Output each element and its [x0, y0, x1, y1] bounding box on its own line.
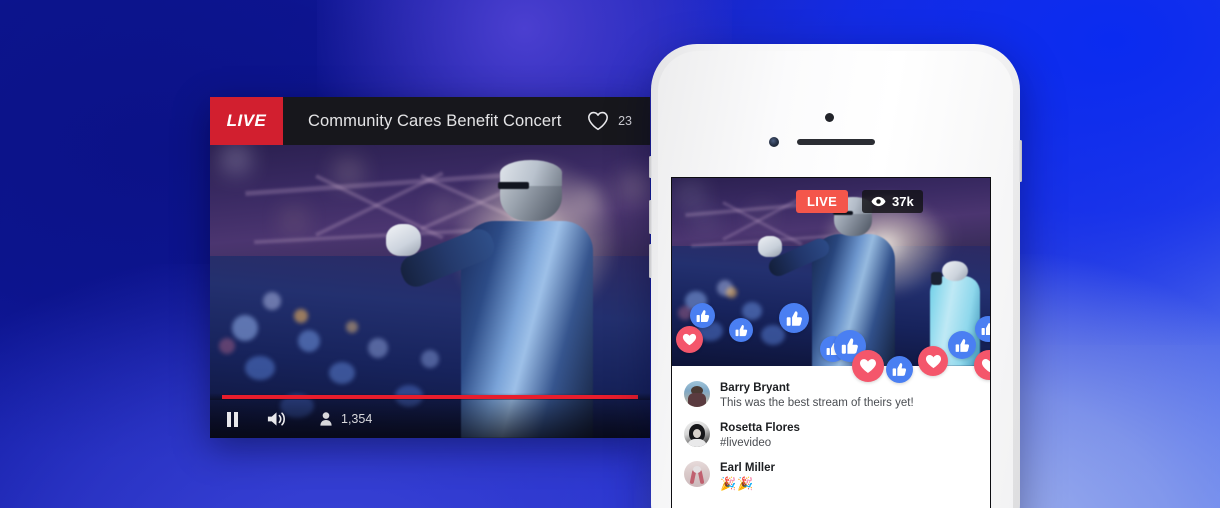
- front-camera-icon: [769, 137, 779, 147]
- comments-list[interactable]: Barry Bryant This was the best stream of…: [672, 366, 990, 508]
- stage-light-1: [227, 150, 244, 167]
- volume-up-button[interactable]: [649, 200, 652, 234]
- mute-switch-button[interactable]: [649, 156, 652, 178]
- live-badge: LIVE: [210, 97, 283, 145]
- performer-hand: [757, 236, 782, 257]
- thumbs-up-reaction-icon: [779, 303, 809, 333]
- thumbs-up-reaction-icon: [690, 303, 715, 328]
- stage-light-3: [438, 203, 450, 215]
- thumbs-up-reaction-icon: [886, 356, 913, 383]
- viewer-counter: 1,354: [320, 412, 372, 426]
- crowd-highlight: [298, 329, 320, 352]
- heart-reaction-icon: [918, 346, 948, 376]
- phone-screen[interactable]: LIVE 37k Barry Bryant This was the best …: [671, 177, 991, 508]
- stage-light-3: [757, 211, 765, 219]
- list-item[interactable]: Rosetta Flores #livevideo: [672, 416, 990, 456]
- comment-body: Earl Miller 🎉🎉: [720, 461, 775, 491]
- person-icon: [320, 412, 332, 426]
- list-item[interactable]: Barry Bryant This was the best stream of…: [672, 376, 990, 416]
- phone-view-counter: 37k: [862, 190, 923, 213]
- comment-text: #livevideo: [720, 437, 772, 449]
- player-header-bar: LIVE Community Cares Benefit Concert 23: [210, 97, 650, 145]
- progress-fill[interactable]: [222, 395, 638, 399]
- second-performer-head: [942, 260, 968, 282]
- stage-light-2: [342, 165, 355, 179]
- stage-light-2: [700, 215, 709, 224]
- comment-author: Rosetta Flores: [720, 422, 800, 434]
- crowd-highlight: [232, 314, 258, 341]
- stage-light-1: [684, 189, 696, 201]
- comment-author: Barry Bryant: [720, 382, 790, 394]
- heart-reaction-icon: [676, 326, 703, 353]
- volume-icon[interactable]: [266, 410, 287, 428]
- eye-icon: [871, 196, 886, 207]
- volume-down-button[interactable]: [649, 244, 652, 278]
- proximity-sensor-icon: [825, 113, 834, 122]
- power-button[interactable]: [1019, 140, 1022, 182]
- crowd-highlight-warm: [726, 287, 738, 299]
- comment-author: Earl Miller: [720, 462, 775, 474]
- reaction-count: 23: [618, 114, 632, 128]
- crowd-highlight: [262, 291, 281, 310]
- comment-text: 🎉🎉: [720, 476, 755, 491]
- crowd-highlight: [245, 355, 276, 380]
- microphone-icon: [931, 272, 943, 286]
- earpiece-speaker-icon: [797, 139, 875, 145]
- performer-glasses: [498, 181, 529, 190]
- crowd-highlight: [761, 324, 786, 345]
- comment-body: Barry Bryant This was the best stream of…: [720, 381, 914, 411]
- desktop-video-player[interactable]: LIVE Community Cares Benefit Concert 23: [210, 97, 650, 438]
- thumbs-up-reaction-icon: [729, 318, 753, 342]
- avatar: [684, 381, 710, 407]
- comment-body: Rosetta Flores #livevideo: [720, 421, 800, 451]
- phone-live-badge: LIVE: [796, 190, 849, 213]
- phone-view-count: 37k: [892, 194, 914, 209]
- crowd-highlight: [328, 361, 355, 384]
- crowd-highlight-warm: [293, 309, 308, 324]
- avatar: [684, 461, 710, 487]
- heart-reaction-icon: [852, 350, 884, 382]
- viewer-count: 1,354: [341, 412, 373, 426]
- reaction-counter[interactable]: 23: [587, 111, 632, 131]
- progress-track[interactable]: [210, 393, 650, 400]
- player-title: Community Cares Benefit Concert: [308, 111, 562, 130]
- thumbs-up-reaction-icon: [948, 331, 976, 359]
- performer-hand: [386, 224, 422, 257]
- player-controls: 1,354: [210, 400, 650, 438]
- video-stage[interactable]: 1,354: [210, 145, 650, 438]
- smartphone-device: LIVE 37k Barry Bryant This was the best …: [649, 44, 1022, 508]
- list-item[interactable]: Earl Miller 🎉🎉: [672, 456, 990, 496]
- pause-icon[interactable]: [227, 411, 238, 427]
- comment-text: This was the best stream of theirs yet!: [720, 397, 914, 409]
- avatar: [684, 421, 710, 447]
- heart-outline-icon[interactable]: [587, 111, 609, 131]
- crowd-highlight: [741, 302, 762, 321]
